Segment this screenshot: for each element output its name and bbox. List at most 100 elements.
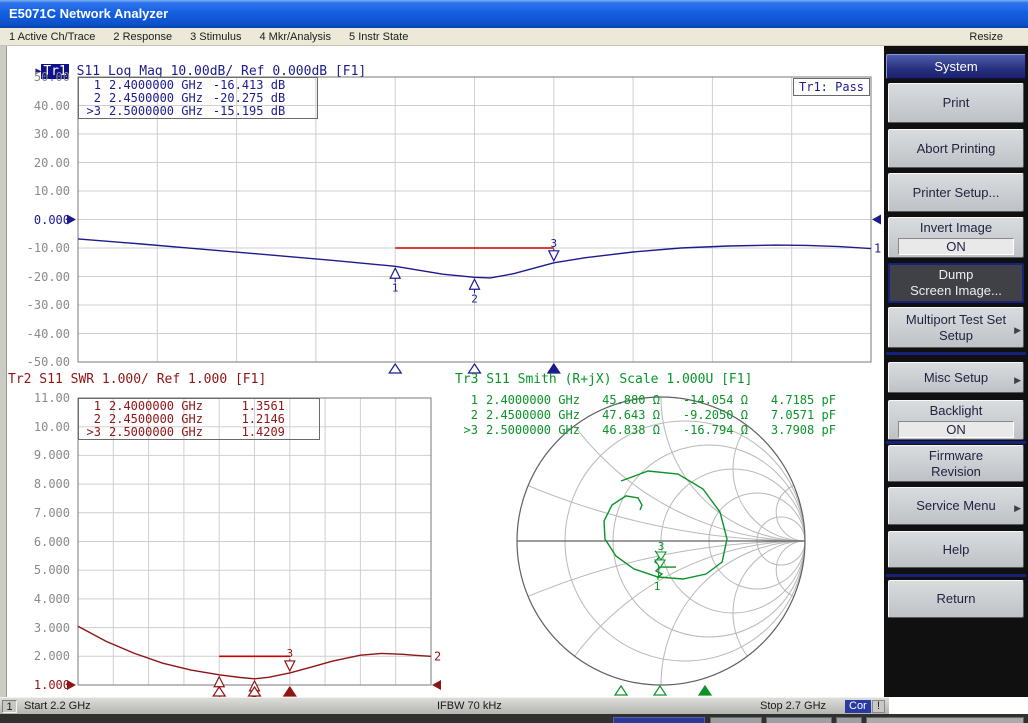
tr2-plot[interactable]: 1232 <box>64 391 454 719</box>
submenu-arrow-icon: ▶ <box>1014 500 1021 516</box>
softkey-sidebar: System Print Abort Printing Printer Setup..… <box>884 46 1028 697</box>
softkey-abort-printing[interactable]: Abort Printing <box>888 129 1024 168</box>
softkey-label: Invert Image <box>920 220 992 236</box>
menu-item-4[interactable]: 4 Mkr/Analysis <box>250 31 340 43</box>
tr3-marker-table: 12.4000000 GHz45.880 Ω-14.054 Ω4.7185 pF… <box>456 393 846 438</box>
softkey-label: Service Menu <box>916 498 995 514</box>
y-tick-label: 9.000 <box>0 448 70 462</box>
y-tick-label: -40.00 <box>0 327 70 341</box>
y-tick-label: 4.000 <box>0 592 70 606</box>
status-segment <box>613 717 705 723</box>
y-tick-label: -50.00 <box>0 355 70 369</box>
y-tick-label: 7.000 <box>0 506 70 520</box>
status-segment <box>766 717 832 723</box>
y-tick-label: 11.00 <box>0 391 70 405</box>
svg-text:3: 3 <box>550 237 557 250</box>
y-tick-label: 10.00 <box>0 420 70 434</box>
y-tick-label: 1.000 <box>0 678 70 692</box>
y-tick-label: 3.000 <box>0 621 70 635</box>
softkey-misc-setup[interactable]: Misc Setup ▶ <box>888 362 1024 393</box>
menu-item-1[interactable]: 1 Active Ch/Trace <box>0 31 104 43</box>
instrument-status-bar <box>0 714 1028 723</box>
softkey-firmware-revision[interactable]: FirmwareRevision <box>888 445 1024 482</box>
softkey-label: System <box>934 59 977 75</box>
y-tick-label: 0.000 <box>0 213 70 227</box>
window-title: E5071C Network Analyzer <box>9 6 168 21</box>
y-tick-label: 10.00 <box>0 184 70 198</box>
tr1-pass-badge: Tr1: Pass <box>793 78 870 96</box>
softkey-label: Setup <box>939 328 973 344</box>
stop-frequency: Stop 2.7 GHz <box>760 700 826 712</box>
softkey-invert-image[interactable]: Invert Image ON <box>888 217 1024 258</box>
menu-bar: 1 Active Ch/Trace2 Response3 Stimulus4 M… <box>0 28 1028 46</box>
softkey-label: Backlight <box>930 403 983 419</box>
menu-item-3[interactable]: 3 Stimulus <box>181 31 250 43</box>
softkey-label: Abort Printing <box>917 141 996 157</box>
softkey-service-menu[interactable]: Service Menu ▶ <box>888 487 1024 525</box>
y-tick-label: 30.00 <box>0 127 70 141</box>
status-segment <box>866 717 1024 723</box>
softkey-printer-setup[interactable]: Printer Setup... <box>888 173 1024 212</box>
submenu-arrow-icon: ▶ <box>1014 322 1021 338</box>
softkey-print[interactable]: Print <box>888 83 1024 123</box>
y-tick-label: 6.000 <box>0 535 70 549</box>
y-tick-label: -20.00 <box>0 270 70 284</box>
softkey-label: Dump <box>939 267 974 283</box>
tr1-marker-table: 12.4000000 GHz-16.413 dB22.4500000 GHz-2… <box>78 77 318 119</box>
svg-text:1: 1 <box>874 242 881 256</box>
status-segment <box>710 717 762 723</box>
menu-item-resize[interactable]: Resize <box>960 31 1012 43</box>
softkey-state-toggle[interactable]: ON <box>898 421 1014 438</box>
softkey-separator <box>886 441 1026 444</box>
y-tick-label: 20.00 <box>0 156 70 170</box>
softkey-label: Firmware <box>929 448 983 464</box>
title-bar: E5071C Network Analyzer <box>0 0 1028 28</box>
marker-row: >32.5000000 GHz46.838 Ω-16.794 Ω3.7908 p… <box>456 423 846 438</box>
marker-row: >32.5000000 GHz1.4209 <box>79 426 319 439</box>
softkey-label: Print <box>943 95 970 111</box>
softkey-state-toggle[interactable]: ON <box>898 238 1014 255</box>
softkey-dump-screen-image[interactable]: DumpScreen Image... <box>888 263 1024 303</box>
submenu-arrow-icon: ▶ <box>1014 372 1021 388</box>
svg-text:3: 3 <box>658 540 665 553</box>
y-tick-label: 8.000 <box>0 477 70 491</box>
svg-text:2: 2 <box>434 649 441 663</box>
ifbw-value: IFBW 70 kHz <box>437 700 502 712</box>
status-segment <box>836 717 862 723</box>
tr2-marker-table: 12.4000000 GHz1.356122.4500000 GHz1.2146… <box>78 398 320 440</box>
channel-status-bar: 1 Start 2.2 GHz IFBW 70 kHz Stop 2.7 GHz… <box>0 697 889 714</box>
y-tick-label: 2.000 <box>0 649 70 663</box>
softkey-help[interactable]: Help <box>888 531 1024 568</box>
menu-item-5[interactable]: 5 Instr State <box>340 31 417 43</box>
softkey-label: Screen Image... <box>910 283 1002 299</box>
channel-number: 1 <box>2 700 17 713</box>
softkey-separator <box>886 574 1026 577</box>
marker-row: >32.5000000 GHz-15.195 dB <box>79 105 317 118</box>
svg-text:1: 1 <box>654 580 661 593</box>
y-tick-label: 40.00 <box>0 99 70 113</box>
start-frequency: Start 2.2 GHz <box>24 700 91 712</box>
softkey-multiport-test-set-setup[interactable]: Multiport Test SetSetup ▶ <box>888 307 1024 348</box>
tr2-header: Tr2 S11 SWR 1.000/ Ref 1.000 [F1] <box>8 372 266 387</box>
softkey-system[interactable]: System <box>886 54 1026 79</box>
softkey-label: Misc Setup <box>924 370 988 386</box>
softkey-separator <box>886 352 1026 355</box>
svg-text:2: 2 <box>471 292 478 305</box>
y-tick-label: -30.00 <box>0 298 70 312</box>
menu-item-2[interactable]: 2 Response <box>104 31 181 43</box>
marker-row: 22.4500000 GHz47.643 Ω-9.2050 Ω7.0571 pF <box>456 408 846 423</box>
y-tick-label: 50.00 <box>0 70 70 84</box>
softkey-label: Revision <box>931 464 981 480</box>
y-tick-label: -10.00 <box>0 241 70 255</box>
svg-text:1: 1 <box>392 281 399 294</box>
marker-row: 12.4000000 GHz45.880 Ω-14.054 Ω4.7185 pF <box>456 393 846 408</box>
softkey-label: Return <box>936 591 975 607</box>
softkey-label: Help <box>943 542 970 558</box>
softkey-backlight[interactable]: Backlight ON <box>888 400 1024 440</box>
softkey-return[interactable]: Return <box>888 580 1024 618</box>
softkey-label: Printer Setup... <box>913 185 1000 201</box>
warning-badge: ! <box>872 700 885 713</box>
y-tick-label: 5.000 <box>0 563 70 577</box>
softkey-label: Multiport Test Set <box>906 312 1006 328</box>
tr3-header: Tr3 S11 Smith (R+jX) Scale 1.000U [F1] <box>455 372 752 387</box>
